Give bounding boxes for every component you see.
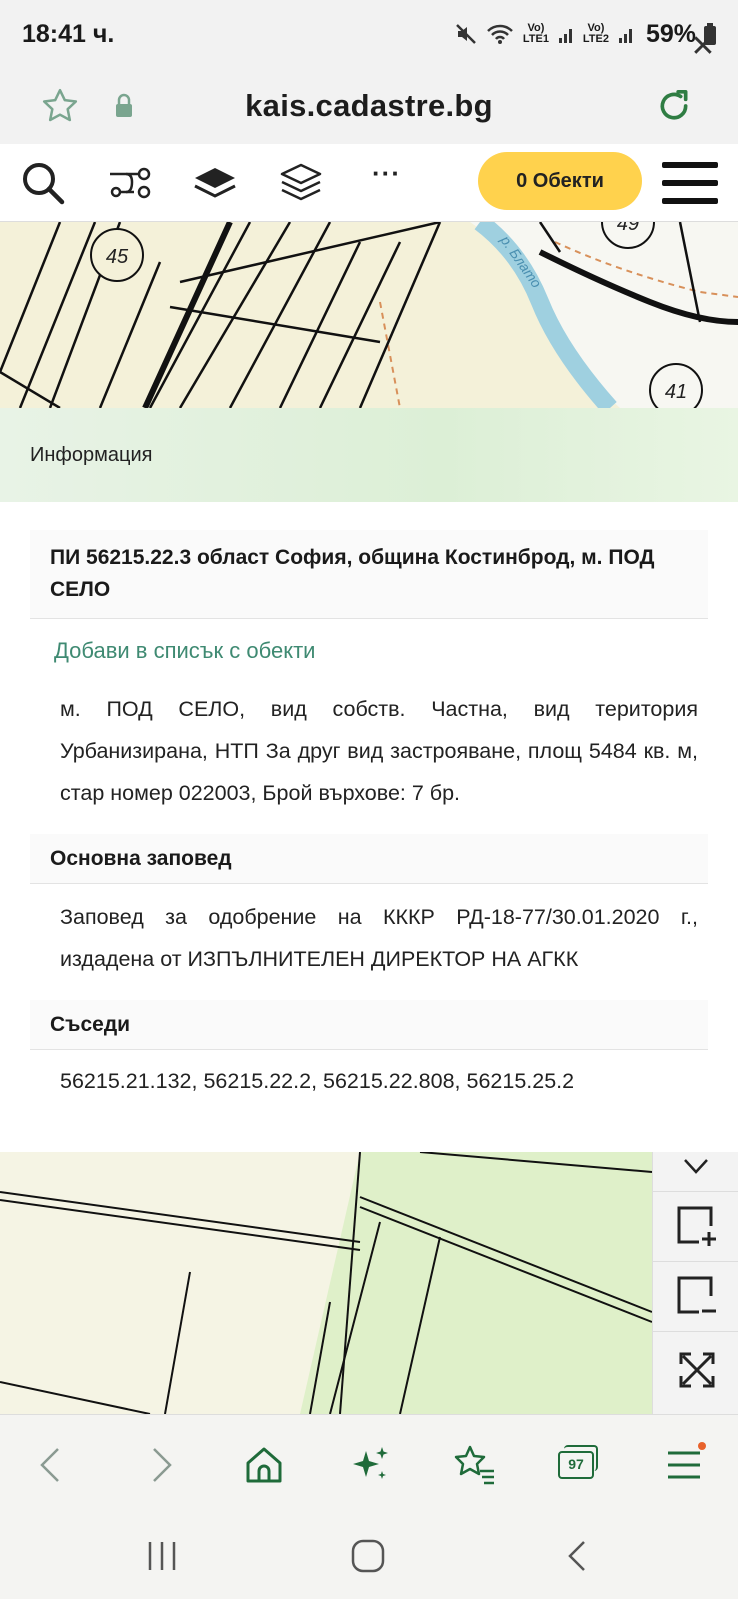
- system-nav-bar: [0, 1514, 738, 1599]
- browser-url-bar[interactable]: kais.cadastre.bg: [0, 68, 738, 144]
- tab-count: 97: [558, 1451, 594, 1479]
- system-back-icon[interactable]: [558, 1536, 598, 1576]
- order-text: Заповед за одобрение на КККР РД-18-77/30…: [60, 905, 698, 971]
- reload-icon[interactable]: [654, 86, 694, 126]
- chevron-down-icon: [684, 1159, 708, 1174]
- add-area-tool[interactable]: [653, 1192, 738, 1262]
- menu-icon[interactable]: [660, 1441, 708, 1489]
- close-icon[interactable]: ✕: [686, 30, 720, 64]
- bookmarks-icon[interactable]: [450, 1441, 498, 1489]
- fullscreen-tool[interactable]: [653, 1332, 738, 1414]
- forward-icon[interactable]: [136, 1441, 184, 1489]
- url-text[interactable]: kais.cadastre.bg: [0, 88, 738, 124]
- parcel-description: м. ПОД СЕЛО, вид собств. Частна, вид тер…: [60, 697, 698, 805]
- lte1-label: Vo) LTE1: [522, 22, 549, 45]
- order-section-title: Основна заповед: [30, 834, 708, 884]
- search-icon[interactable]: [18, 158, 68, 208]
- home-icon[interactable]: [240, 1441, 288, 1489]
- parcel-heading: ПИ 56215.22.3 област София, община Кости…: [30, 530, 708, 619]
- mute-icon: [456, 24, 476, 44]
- map-label-45: 45: [106, 246, 129, 268]
- expand-icon: [679, 1352, 715, 1388]
- square-plus-icon: [677, 1206, 716, 1246]
- lte2-label: Vo) LTE2: [582, 22, 609, 45]
- map-tools-column: [652, 1152, 738, 1414]
- collapse-tool[interactable]: [653, 1152, 738, 1192]
- status-time: 18:41 ч.: [22, 19, 115, 48]
- recents-icon[interactable]: [142, 1536, 182, 1576]
- map-view-top[interactable]: 45 49 41 р. Блато: [0, 222, 738, 408]
- map-label-41: 41: [665, 381, 687, 403]
- layers-icon[interactable]: [276, 158, 326, 208]
- signal1-icon: [558, 29, 572, 43]
- info-panel-title: Информация: [30, 443, 153, 466]
- objects-button[interactable]: 0 Обекти: [478, 152, 642, 210]
- layer-icon[interactable]: [190, 158, 240, 208]
- back-icon[interactable]: [28, 1441, 76, 1489]
- browser-bottom-nav: 97: [0, 1414, 738, 1514]
- status-bar: 18:41 ч. Vo) LTE1 Vo) LTE2 59%: [0, 0, 738, 68]
- map-label-49: 49: [617, 222, 639, 235]
- tabs-button[interactable]: 97: [558, 1445, 598, 1479]
- signal2-icon: [618, 29, 632, 43]
- neighbours-section-title: Съседи: [30, 1000, 708, 1050]
- info-panel-header: Информация: [0, 408, 738, 502]
- menu-icon[interactable]: [660, 158, 720, 208]
- remove-area-tool[interactable]: [653, 1262, 738, 1332]
- status-icons: Vo) LTE1 Vo) LTE2 59%: [454, 20, 716, 49]
- more-icon[interactable]: ···: [372, 158, 401, 189]
- wifi-icon: [487, 24, 513, 44]
- neighbours-text: 56215.21.132, 56215.22.2, 56215.22.808, …: [60, 1069, 575, 1093]
- sparkle-icon[interactable]: [346, 1441, 394, 1489]
- add-to-objects-link[interactable]: Добави в списък с обекти: [54, 638, 315, 664]
- home-button-icon[interactable]: [348, 1536, 388, 1576]
- route-icon[interactable]: [104, 158, 154, 208]
- square-minus-icon: [677, 1276, 716, 1314]
- map-view-bottom[interactable]: [0, 1152, 738, 1414]
